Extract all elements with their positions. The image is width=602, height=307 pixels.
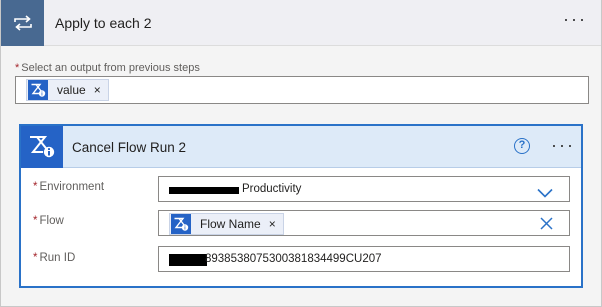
required-marker: *	[15, 62, 20, 74]
redacted-block	[169, 187, 239, 194]
apply-to-each-container: Apply to each 2 ··· * Select an output fr…	[0, 0, 602, 307]
flow-icon: i	[171, 214, 191, 234]
clear-icon[interactable]	[540, 217, 553, 235]
flow-label-text: Flow	[39, 215, 64, 227]
previous-steps-label-text: Select an output from previous steps	[21, 62, 200, 74]
run-id-label: * Run ID	[33, 252, 75, 264]
run-id-value: 8938538075300381834499CU207	[205, 253, 382, 265]
action-header[interactable]: Cancel Flow Run 2 ? ···	[21, 126, 581, 168]
loop-title: Apply to each 2	[55, 15, 152, 31]
flow-input[interactable]: i Flow Name ×	[158, 210, 570, 236]
loop-header[interactable]: Apply to each 2 ···	[1, 0, 601, 46]
environment-dropdown[interactable]: Productivity	[158, 176, 570, 202]
loop-icon	[1, 0, 44, 46]
environment-label-text: Environment	[39, 181, 105, 193]
loop-more-options-button[interactable]: ···	[563, 9, 587, 30]
help-icon[interactable]: ?	[514, 138, 530, 154]
previous-steps-output-input[interactable]: i value ×	[15, 76, 589, 104]
run-id-input[interactable]: 8938538075300381834499CU207	[158, 246, 570, 272]
chevron-down-icon[interactable]	[537, 185, 553, 203]
flow-icon	[21, 126, 63, 168]
environment-value: Productivity	[242, 183, 302, 195]
required-marker: *	[33, 215, 38, 227]
required-marker: *	[33, 181, 38, 193]
remove-token-button[interactable]: ×	[269, 217, 276, 231]
run-id-label-text: Run ID	[39, 252, 76, 264]
required-marker: *	[33, 252, 38, 264]
flow-name-token[interactable]: i Flow Name ×	[169, 213, 284, 235]
flow-name-token-label: Flow Name	[200, 217, 261, 231]
previous-steps-label: * Select an output from previous steps	[15, 62, 200, 74]
value-token[interactable]: i value ×	[26, 79, 109, 101]
redacted-block	[169, 254, 207, 266]
flow-icon: i	[28, 80, 48, 100]
action-title: Cancel Flow Run 2	[72, 140, 187, 155]
remove-token-button[interactable]: ×	[94, 83, 101, 97]
environment-label: * Environment	[33, 181, 104, 193]
cancel-flow-run-card: Cancel Flow Run 2 ? ··· * Environment Pro…	[19, 124, 583, 288]
flow-label: * Flow	[33, 215, 64, 227]
value-token-label: value	[57, 83, 86, 97]
action-more-options-button[interactable]: ···	[551, 135, 575, 156]
